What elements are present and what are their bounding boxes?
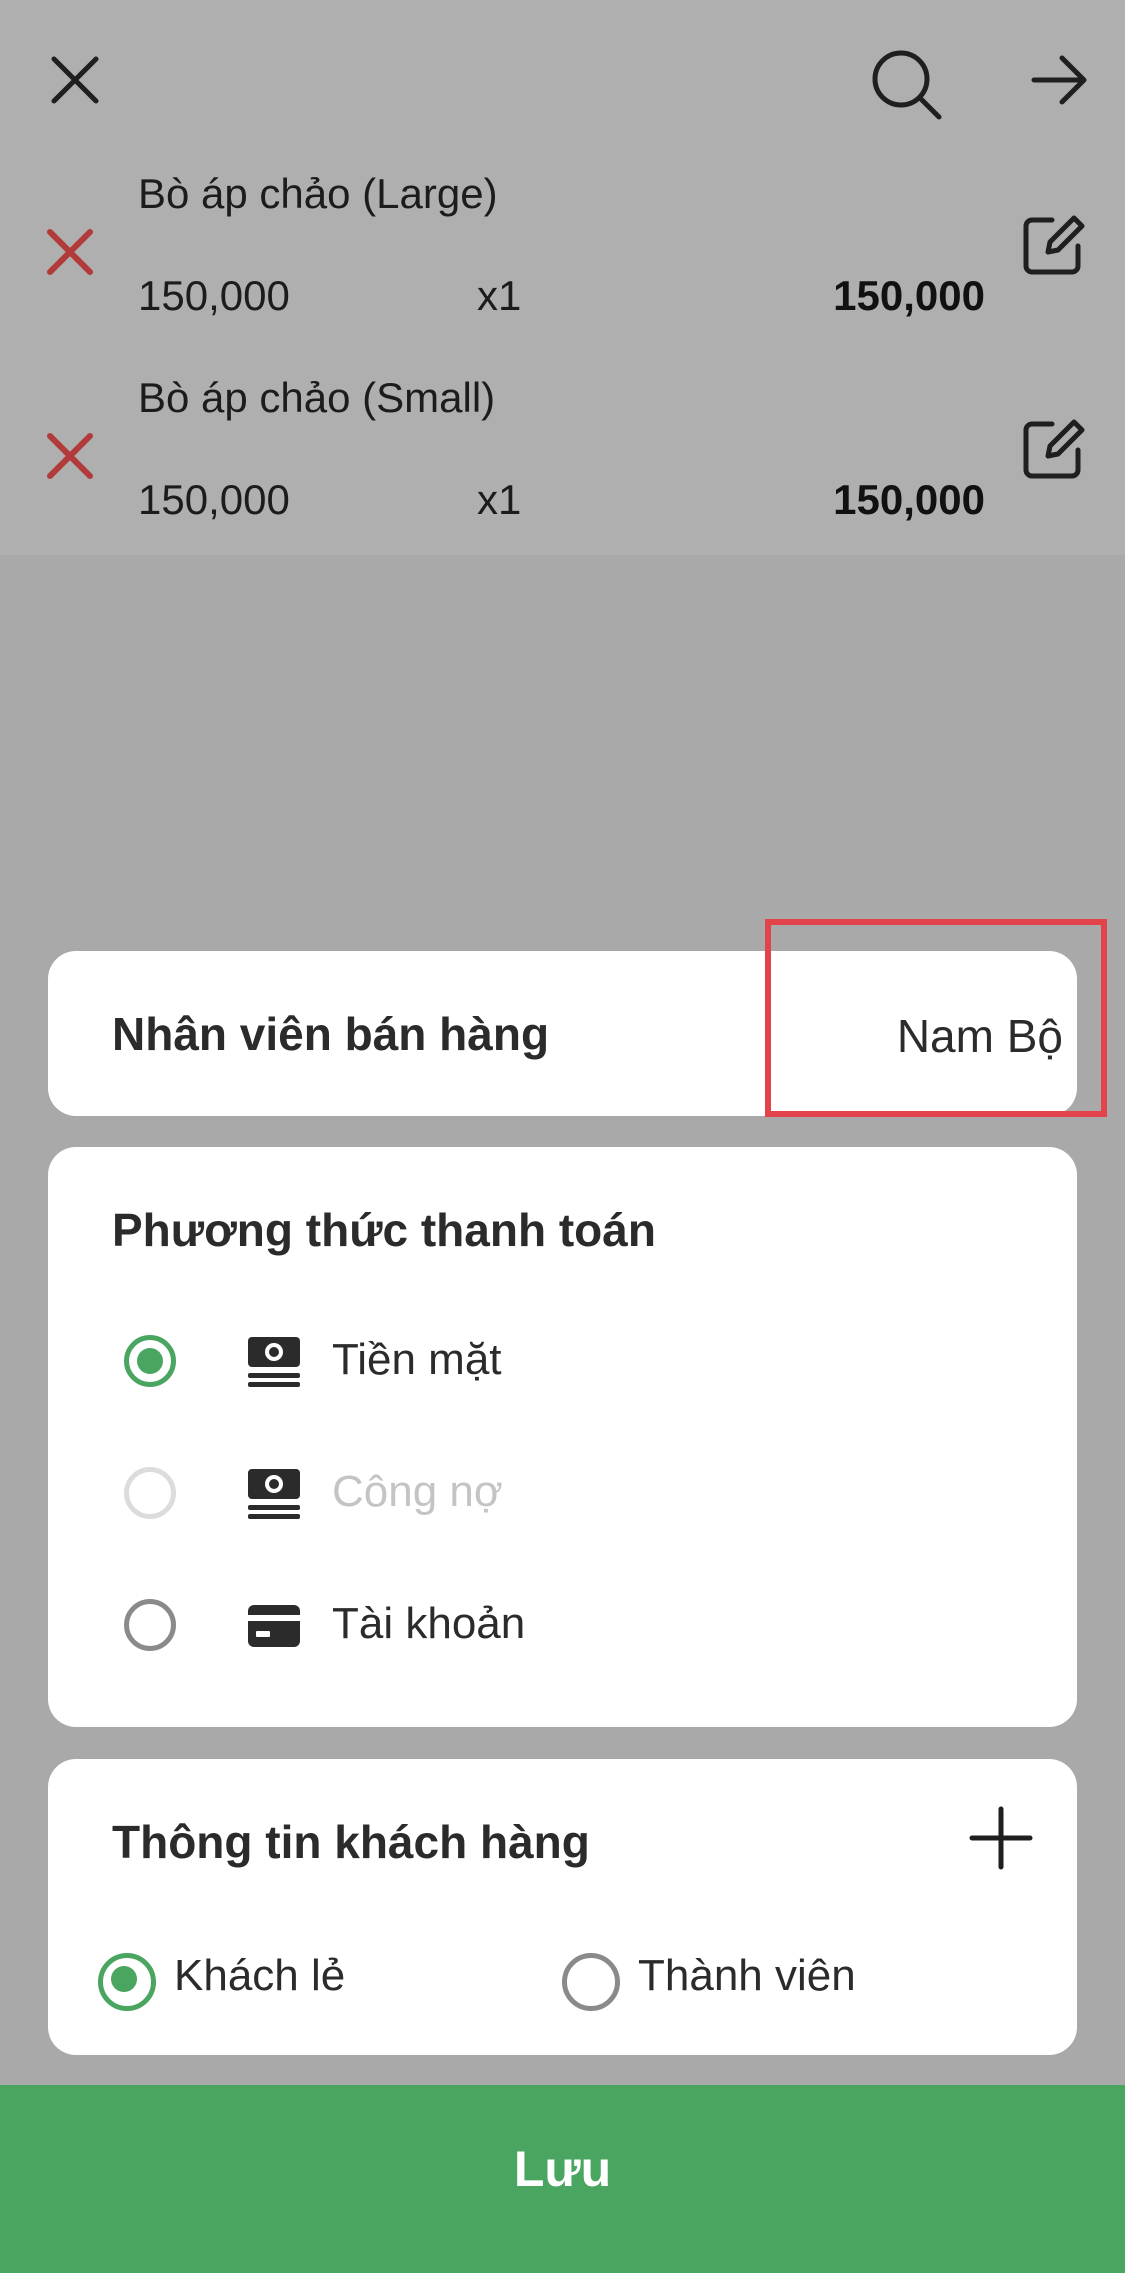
edit-icon <box>1023 215 1085 275</box>
edit-item-button[interactable] <box>1018 210 1088 280</box>
radio-button[interactable] <box>124 1599 176 1651</box>
remove-icon <box>47 229 93 275</box>
item-quantity: x1 <box>477 476 522 523</box>
highlight-box <box>765 919 1107 1117</box>
radio-button[interactable] <box>98 1953 156 2011</box>
item-name: Bò áp chảo (Small) <box>138 374 496 421</box>
payment-option-label: Tài khoản <box>332 1599 526 1648</box>
customer-option-walk-in[interactable]: Khách lẻ <box>98 1945 478 2015</box>
remove-item-button[interactable] <box>40 222 100 282</box>
seller-label: Nhân viên bán hàng <box>112 1008 550 1060</box>
add-customer-button[interactable] <box>966 1803 1036 1873</box>
close-icon <box>51 56 99 104</box>
item-total: 150,000 <box>833 272 985 319</box>
radio-button <box>124 1467 176 1519</box>
search-button[interactable] <box>862 40 952 130</box>
search-icon <box>872 50 942 120</box>
plus-icon <box>969 1806 1033 1870</box>
order-item: Bò áp chảo (Large) 150,000 x1 150,000 <box>0 170 1125 374</box>
cash-icon <box>248 1337 300 1387</box>
item-price: 150,000 <box>138 476 290 523</box>
forward-button[interactable] <box>1020 45 1100 115</box>
customer-option-member[interactable]: Thành viên <box>562 1945 962 2015</box>
payment-option-cash[interactable]: Tiền mặt <box>48 1311 1077 1411</box>
card-icon <box>248 1605 300 1647</box>
order-item: Bò áp chảo (Small) 150,000 x1 150,000 <box>0 374 1125 578</box>
payment-option-debt: Công nợ <box>48 1443 1077 1543</box>
cash-icon <box>248 1469 300 1519</box>
save-label: Lưu <box>513 2141 612 2197</box>
payment-option-label: Công nợ <box>332 1467 503 1516</box>
item-price: 150,000 <box>138 272 290 319</box>
item-name: Bò áp chảo (Large) <box>138 170 498 217</box>
remove-icon <box>47 433 93 479</box>
customer-info-card: Thông tin khách hàng Khách lẻ Thành viên <box>48 1759 1077 2055</box>
payment-method-card: Phương thức thanh toán Tiền mặt Công nợ <box>48 1147 1077 1727</box>
order-list: Bò áp chảo (Large) 150,000 x1 150,000 Bò… <box>0 0 1125 555</box>
item-total: 150,000 <box>833 476 985 523</box>
payment-option-label: Tiền mặt <box>332 1335 502 1384</box>
item-quantity: x1 <box>477 272 522 319</box>
customer-option-label: Khách lẻ <box>174 1951 346 2000</box>
radio-button[interactable] <box>562 1953 620 2011</box>
customer-option-label: Thành viên <box>638 1951 856 2000</box>
arrow-right-icon <box>1031 55 1087 105</box>
customer-info-title: Thông tin khách hàng <box>112 1816 590 1868</box>
payment-method-title: Phương thức thanh toán <box>112 1204 656 1256</box>
remove-item-button[interactable] <box>40 426 100 486</box>
save-button[interactable]: Lưu <box>0 2085 1125 2273</box>
payment-option-account[interactable]: Tài khoản <box>48 1575 1077 1675</box>
close-button[interactable] <box>40 45 110 115</box>
edit-icon <box>1023 419 1085 479</box>
edit-item-button[interactable] <box>1018 414 1088 484</box>
radio-button[interactable] <box>124 1335 176 1387</box>
